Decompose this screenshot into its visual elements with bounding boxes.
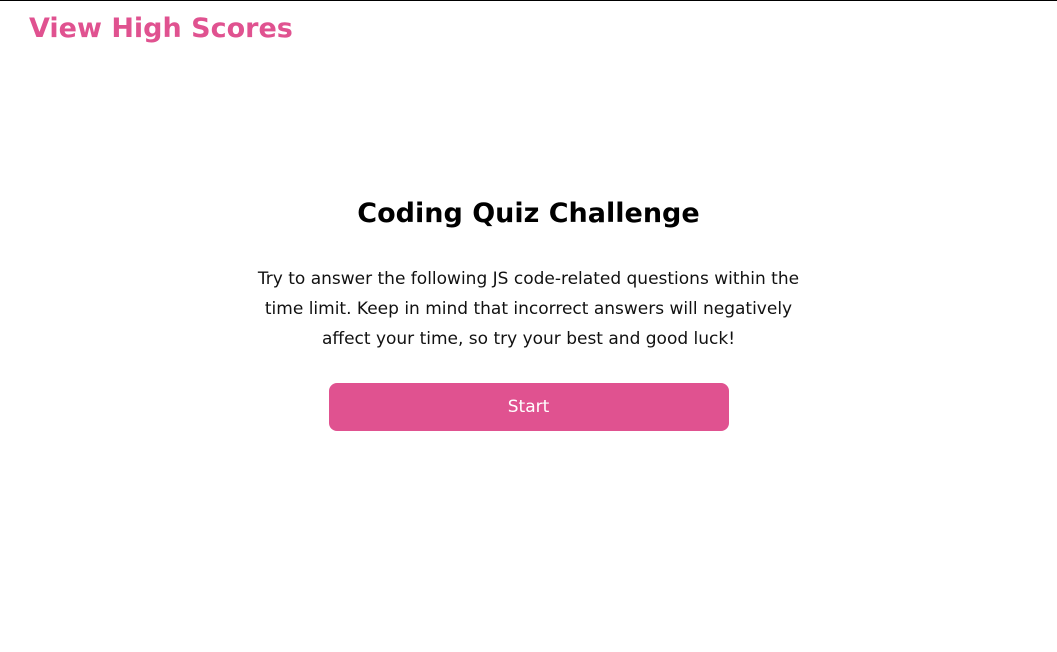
view-high-scores-link[interactable]: View High Scores: [29, 13, 293, 44]
page-title: Coding Quiz Challenge: [357, 198, 700, 229]
quiz-page: View High Scores Coding Quiz Challenge T…: [0, 0, 1057, 652]
quiz-intro: Coding Quiz Challenge Try to answer the …: [0, 193, 1057, 431]
quiz-description: Try to answer the following JS code-rela…: [257, 269, 800, 349]
start-button[interactable]: Start: [328, 383, 729, 431]
